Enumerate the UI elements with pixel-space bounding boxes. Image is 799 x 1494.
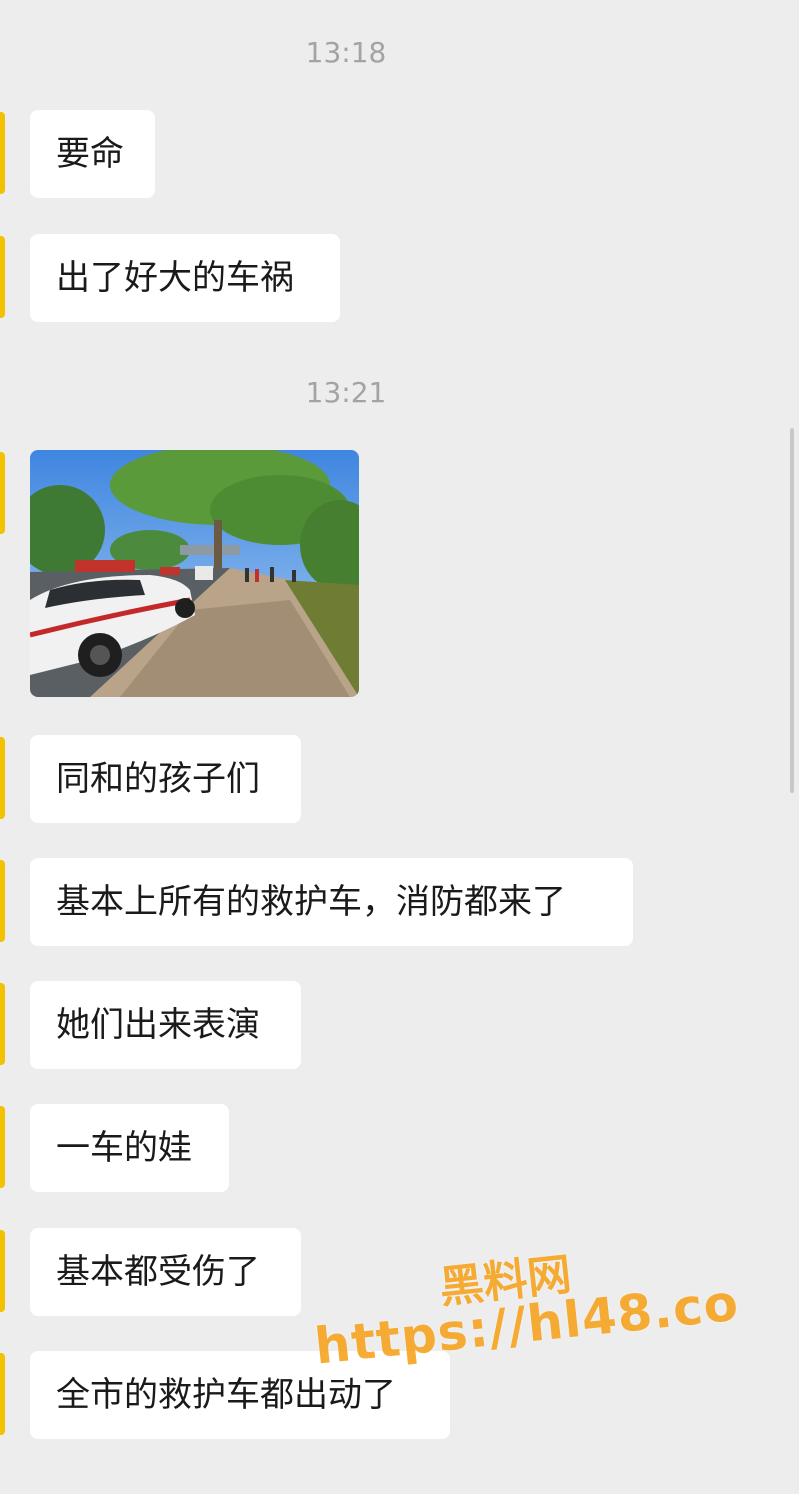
avatar[interactable] <box>0 452 5 534</box>
avatar[interactable] <box>0 1353 5 1435</box>
message-bubble[interactable]: 同和的孩子们 <box>30 735 301 823</box>
avatar[interactable] <box>0 737 5 819</box>
avatar[interactable] <box>0 1106 5 1188</box>
timestamp: 13:18 <box>305 36 387 69</box>
timestamp: 13:21 <box>305 376 387 409</box>
photo-street-accident-scene <box>30 450 359 697</box>
avatar[interactable] <box>0 1230 5 1312</box>
message-bubble[interactable]: 出了好大的车祸 <box>30 234 340 322</box>
avatar[interactable] <box>0 112 5 194</box>
avatar[interactable] <box>0 860 5 942</box>
scrollbar[interactable] <box>790 428 794 793</box>
message-bubble[interactable]: 基本都受伤了 <box>30 1228 301 1316</box>
message-bubble[interactable]: 一车的娃 <box>30 1104 229 1192</box>
image-message[interactable] <box>30 450 359 697</box>
message-bubble[interactable]: 基本上所有的救护车，消防都来了 <box>30 858 633 946</box>
message-bubble[interactable]: 她们出来表演 <box>30 981 301 1069</box>
avatar[interactable] <box>0 983 5 1065</box>
message-bubble[interactable]: 要命 <box>30 110 155 198</box>
avatar[interactable] <box>0 236 5 318</box>
